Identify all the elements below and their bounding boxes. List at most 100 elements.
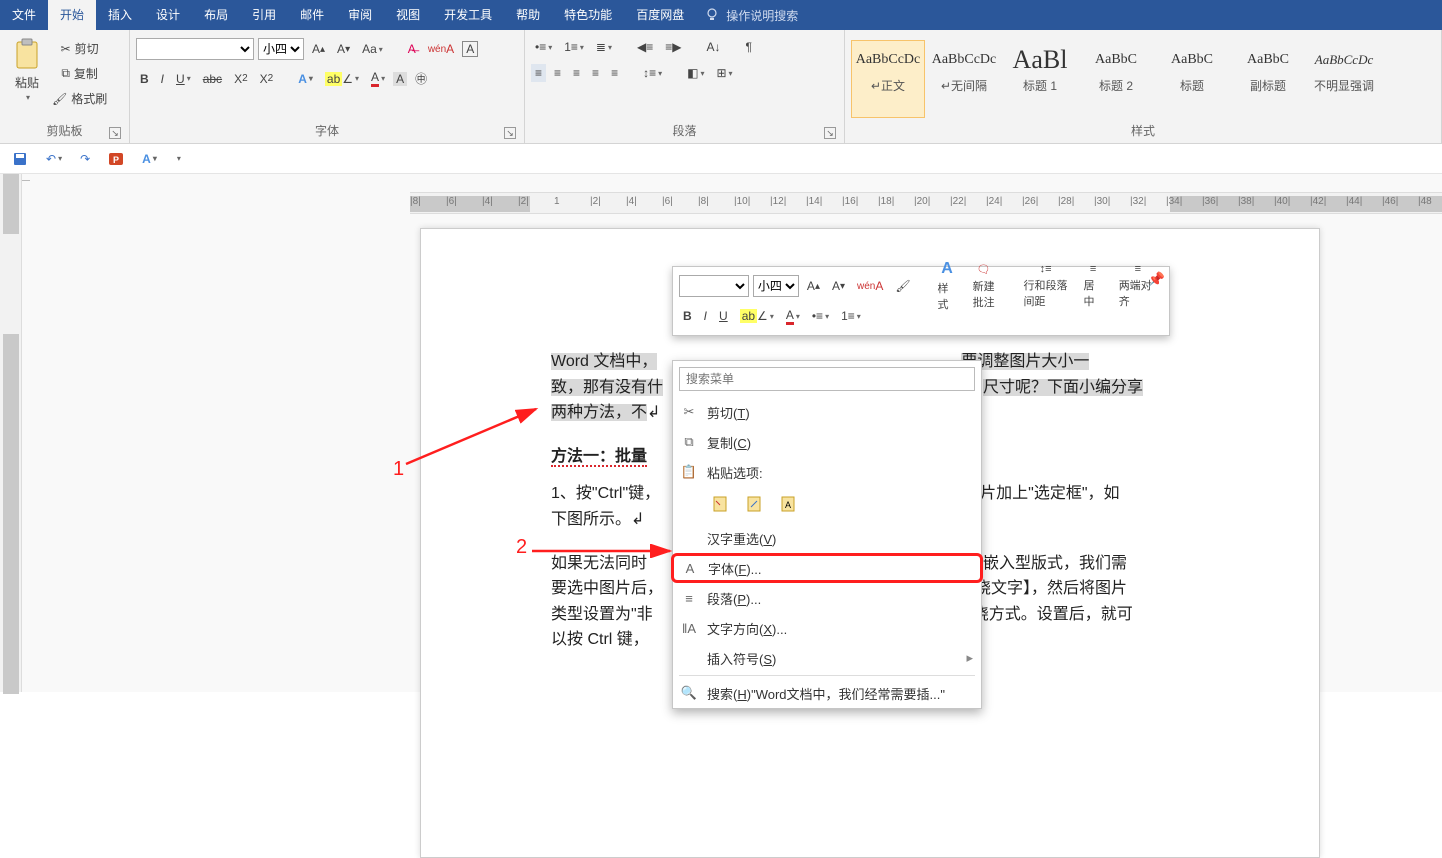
cm-font[interactable]: A字体(F)... [671, 553, 983, 583]
qat-powerpoint-button[interactable]: P [104, 149, 128, 169]
vertical-ruler[interactable] [0, 174, 22, 692]
font-size-select[interactable]: 小四 [258, 38, 304, 60]
tab-insert[interactable]: 插入 [96, 0, 144, 30]
copy-button[interactable]: ⧉复制 [48, 63, 111, 84]
mini-shrink-font[interactable]: A▾ [828, 277, 849, 295]
style-1[interactable]: AaBbCcDc↵无间隔 [927, 40, 1001, 118]
mini-grow-font[interactable]: A▴ [803, 277, 824, 295]
multilevel-button[interactable]: ≣▾ [592, 38, 616, 56]
mini-styles-button[interactable]: A样式 [932, 260, 963, 312]
subscript-button[interactable]: X2 [230, 70, 252, 88]
tab-home[interactable]: 开始 [48, 0, 96, 30]
qat-customize-button[interactable]: ▾ [171, 152, 185, 165]
cm-paragraph[interactable]: ≡段落(P)... [673, 583, 981, 613]
grow-font-button[interactable]: A▴ [308, 40, 329, 58]
mini-numbering[interactable]: 1≡▾ [837, 307, 865, 325]
style-0[interactable]: AaBbCcDc↵正文 [851, 40, 925, 118]
align-left-button[interactable]: ≡ [531, 64, 546, 82]
line-spacing-button[interactable]: ↕≡▾ [639, 64, 666, 82]
font-color-button[interactable]: A▾ [367, 68, 389, 89]
mini-italic[interactable]: I [700, 307, 711, 325]
paste-merge[interactable] [741, 491, 767, 517]
text-effects-button[interactable]: A▾ [294, 70, 317, 88]
paste-text-only[interactable]: A [775, 491, 801, 517]
highlight-button[interactable]: ab∠▾ [321, 70, 363, 88]
mini-phonetic[interactable]: wénA [853, 277, 887, 295]
pin-icon[interactable]: 📌 [1148, 271, 1165, 288]
mini-line-spacing-button[interactable]: ↕≡行和段落 间距 [1018, 263, 1074, 309]
tab-references[interactable]: 引用 [240, 0, 288, 30]
tab-mail[interactable]: 邮件 [288, 0, 336, 30]
cm-cut[interactable]: ✂剪切(T) [673, 397, 981, 427]
numbering-button[interactable]: 1≡▾ [560, 38, 588, 56]
mini-font-family[interactable] [679, 275, 749, 297]
style-5[interactable]: AaBbC副标题 [1231, 40, 1305, 118]
paragraph-launcher[interactable]: ↘ [824, 127, 836, 139]
character-border-button[interactable]: A [462, 41, 478, 57]
mini-center-button[interactable]: ≡居中 [1078, 263, 1109, 309]
style-2[interactable]: AaBl标题 1 [1003, 40, 1077, 118]
cm-text-direction[interactable]: ‖A文字方向(X)... [673, 613, 981, 643]
tab-design[interactable]: 设计 [144, 0, 192, 30]
mini-font-size[interactable]: 小四 [753, 275, 799, 297]
context-menu-search[interactable] [679, 367, 975, 391]
bullets-button[interactable]: •≡▾ [531, 38, 556, 56]
style-3[interactable]: AaBbC标题 2 [1079, 40, 1153, 118]
show-marks-button[interactable]: ¶ [741, 38, 755, 56]
paste-keep-source[interactable] [707, 491, 733, 517]
justify-button[interactable]: ≡ [588, 64, 603, 82]
align-right-button[interactable]: ≡ [569, 64, 584, 82]
tab-help[interactable]: 帮助 [504, 0, 552, 30]
cm-search[interactable]: 🔍搜索(H)"Word文档中，我们经常需要插..." [673, 678, 981, 708]
tab-special[interactable]: 特色功能 [552, 0, 624, 30]
sort-button[interactable]: A↓ [702, 38, 724, 56]
qat-undo-button[interactable]: ↶▾ [42, 150, 66, 168]
style-6[interactable]: AaBbCcDc不明显强调 [1307, 40, 1381, 118]
horizontal-ruler[interactable]: |8||6||4||2|1|2||4||6||8||10||12||14||16… [410, 192, 1442, 214]
font-launcher[interactable]: ↘ [504, 127, 516, 139]
mini-bold[interactable]: B [679, 307, 696, 325]
cm-copy[interactable]: ⧉复制(C) [673, 427, 981, 457]
cm-insert-symbol[interactable]: 插入符号(S)▸ [673, 643, 981, 673]
qat-text-effects-button[interactable]: A▾ [138, 150, 161, 168]
shading-button[interactable]: ◧▾ [683, 64, 708, 82]
align-center-button[interactable]: ≡ [550, 64, 565, 82]
mini-font-color[interactable]: A▾ [782, 306, 804, 327]
style-4[interactable]: AaBbC标题 [1155, 40, 1229, 118]
clear-formatting-button[interactable]: A̶ [404, 40, 420, 58]
superscript-button[interactable]: X2 [256, 70, 278, 88]
underline-button[interactable]: U▾ [172, 70, 195, 88]
shrink-font-button[interactable]: A▾ [333, 40, 354, 58]
tab-file[interactable]: 文件 [0, 0, 48, 30]
cut-button[interactable]: ✂剪切 [48, 38, 111, 59]
mini-new-comment-button[interactable]: 🗨新建 批注 [967, 263, 1001, 310]
mini-format-painter[interactable]: 🖌 [891, 277, 914, 295]
mini-highlight[interactable]: ab∠▾ [736, 307, 778, 325]
change-case-button[interactable]: Aa▾ [358, 40, 387, 58]
bold-button[interactable]: B [136, 70, 153, 88]
tab-review[interactable]: 审阅 [336, 0, 384, 30]
cm-hanzi[interactable]: 汉字重选(V) [673, 523, 981, 553]
tab-layout[interactable]: 布局 [192, 0, 240, 30]
font-family-select[interactable] [136, 38, 254, 60]
distribute-button[interactable]: ≡ [607, 64, 622, 82]
phonetic-guide-button[interactable]: wénA [424, 40, 458, 58]
decrease-indent-button[interactable]: ◀≡ [633, 38, 657, 56]
borders-button[interactable]: ⊞▾ [712, 64, 736, 82]
qat-save-button[interactable] [8, 149, 32, 169]
mini-bullets[interactable]: •≡▾ [808, 307, 833, 325]
format-painter-button[interactable]: 🖌格式刷 [48, 88, 111, 109]
italic-button[interactable]: I [157, 70, 168, 88]
increase-indent-button[interactable]: ≡▶ [661, 38, 685, 56]
tab-developer[interactable]: 开发工具 [432, 0, 504, 30]
char-shading-button[interactable]: A [393, 72, 407, 86]
tab-view[interactable]: 视图 [384, 0, 432, 30]
strikethrough-button[interactable]: abc [199, 70, 226, 88]
qat-redo-button[interactable]: ↷ [76, 150, 94, 168]
clipboard-launcher[interactable]: ↘ [109, 127, 121, 139]
tell-me-search[interactable]: 操作说明搜索 [704, 7, 798, 24]
mini-underline[interactable]: U [715, 307, 732, 325]
enclose-chars-button[interactable]: ㊥ [411, 68, 431, 89]
paste-button[interactable]: 粘贴 ▾ [8, 36, 46, 104]
tab-baidu[interactable]: 百度网盘 [624, 0, 696, 30]
